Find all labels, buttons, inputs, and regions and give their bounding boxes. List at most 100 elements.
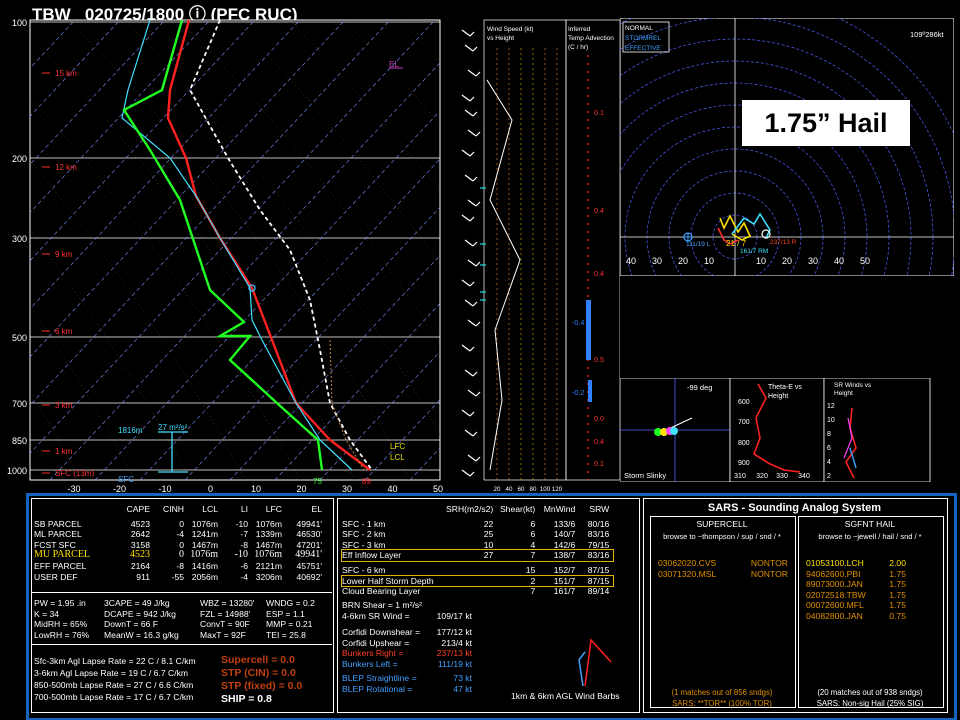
parcel-lfc: 1339m bbox=[255, 529, 282, 540]
srwinds-y-tick: 6 bbox=[827, 445, 831, 452]
parcel-row[interactable]: USER DEF 911 -55 2056m -4 3206m 40692' bbox=[34, 572, 326, 583]
parcel-row-selected[interactable]: MU PARCEL 4523 0 1076m -10 1076m 49941' bbox=[34, 550, 326, 561]
kinematic-row[interactable]: SFC - 6 km 15 152/7 87/15 bbox=[342, 565, 613, 576]
height-label: 15 km bbox=[55, 69, 77, 78]
lfc-label: LFC bbox=[390, 442, 405, 451]
pressure-label: 100 bbox=[12, 18, 27, 28]
layer-srh: 25 bbox=[483, 529, 494, 540]
hail-browse-link[interactable]: browse to ~jewell / hail / snd / * bbox=[800, 532, 940, 543]
wind-barb bbox=[461, 279, 471, 287]
layer-shear: 7 bbox=[530, 550, 536, 561]
srwinds-y-tick: 12 bbox=[827, 403, 835, 410]
lapse-sfc-3km: Sfc-3km Agl Lapse Rate = 22 C / 8.1 C/km bbox=[34, 656, 196, 666]
wind-barb bbox=[467, 199, 477, 207]
blep-straight-value: 73 kt bbox=[453, 673, 472, 683]
match-date: 02072518.TBW bbox=[806, 589, 866, 600]
match-date: 01053100.LCH bbox=[806, 558, 864, 568]
wind-barb bbox=[464, 369, 474, 377]
temp-advection-value: 0.0 bbox=[594, 414, 604, 423]
parcel-name: EFF PARCEL bbox=[34, 560, 87, 571]
parcel-lcl: 1241m bbox=[191, 529, 218, 540]
kinematic-row[interactable]: SFC - 1 km 22 6 133/6 80/16 bbox=[342, 519, 613, 530]
cold-advection-bar-2 bbox=[588, 380, 592, 402]
height-label: 1 km bbox=[55, 447, 73, 456]
kinematic-row-highlight[interactable]: Eff Inflow Layer 27 7 138/7 83/16 bbox=[340, 549, 615, 562]
parcel-el: 49941' bbox=[295, 549, 322, 561]
hail-match[interactable]: 02072518.TBW 1.75 bbox=[806, 590, 906, 601]
parcel-el: 49941' bbox=[296, 518, 322, 529]
col-el: EL bbox=[311, 504, 322, 514]
index-k: K = 34 bbox=[34, 608, 60, 619]
temp-advection-value: 0.4 bbox=[594, 206, 604, 215]
kinematic-row-highlight[interactable]: Lower Half Storm Depth 2 151/7 87/15 bbox=[340, 574, 615, 588]
supercell-browse-link[interactable]: browse to ~thompson / sup / snd / * bbox=[652, 532, 792, 543]
parcel-el: 45751' bbox=[296, 560, 322, 571]
left-mover-label: 111/19 L bbox=[686, 241, 711, 248]
srwinds-y-tick: 2 bbox=[827, 473, 831, 480]
temp-advection-value: -0.4 bbox=[572, 318, 584, 327]
bunkers-label: 21 / 7 bbox=[726, 239, 747, 248]
layer-srh: 22 bbox=[483, 518, 494, 529]
hail-match[interactable]: 94062600.PBI 1.75 bbox=[806, 569, 906, 580]
parcel-cape: 911 bbox=[136, 571, 150, 582]
layer-name: SFC - 6 km bbox=[342, 564, 386, 575]
parcel-cape: 2164 bbox=[130, 560, 150, 571]
wind-barb bbox=[464, 109, 474, 117]
srh-height-label: 1816m bbox=[118, 426, 143, 435]
thetae-title-1: Theta-E vs bbox=[768, 384, 802, 391]
layer-mnwind: 133/6 bbox=[553, 518, 576, 529]
match-result: NONTOR bbox=[750, 568, 788, 579]
wind-speed-axis: 20 40 60 80 100 120 bbox=[494, 486, 563, 493]
hail-matches: 01053100.LCH 2.00 94062600.PBI 1.75 890730… bbox=[806, 558, 906, 622]
hail-match[interactable]: 00072600.MFL 1.75 bbox=[806, 600, 906, 611]
layer-shear: 15 bbox=[525, 564, 536, 575]
thetae-y-tick: 600 bbox=[738, 399, 750, 406]
parcel-row[interactable]: SB PARCEL 4523 0 1076m -10 1076m 49941' bbox=[34, 519, 326, 530]
layer-srw: 83/16 bbox=[587, 550, 610, 561]
temp-advection-value: 0.1 bbox=[594, 108, 604, 117]
corfidi-down-label: Corfidi Downshear = bbox=[342, 627, 421, 637]
layer-name: Eff Inflow Layer bbox=[342, 550, 402, 561]
parcel-table: CAPE CINH LCL LI LFC EL SB PARCEL 4523 0 10… bbox=[34, 504, 326, 582]
layer-srh: 10 bbox=[483, 539, 494, 550]
index-esp: ESP = 1.1 bbox=[266, 608, 305, 619]
layer-srw: 89/14 bbox=[587, 586, 610, 597]
srwind-block: 4-6km SR Wind = 109/17 kt bbox=[342, 611, 472, 622]
parcel-name: MU PARCEL bbox=[34, 549, 91, 561]
wind-speed-grid bbox=[496, 48, 558, 480]
wind-speed-tick: 20 bbox=[494, 486, 501, 493]
thetae-x-tick: 340 bbox=[798, 473, 810, 480]
agl-wind-barbs bbox=[578, 638, 612, 687]
parcel-lfc: 1076m bbox=[255, 518, 282, 529]
thetae-x-tick: 330 bbox=[776, 473, 788, 480]
match-size: 1.75 bbox=[889, 579, 906, 590]
supercell-match[interactable]: 03062020.CVS NONTOR bbox=[658, 558, 788, 569]
match-date: 04082800.JAN bbox=[806, 610, 863, 621]
kinematic-table: SRH(m2/s2) Shear(kt) MnWind SRW SFC - 1 … bbox=[340, 504, 615, 597]
index-lowrh: LowRH = 76% bbox=[34, 629, 90, 640]
thetae-y-tick: 700 bbox=[738, 419, 750, 426]
thetae-x-tick: 320 bbox=[756, 473, 768, 480]
brn-block: BRN Shear = 1 m²/s² bbox=[342, 600, 422, 611]
col-cinh: CINH bbox=[162, 504, 184, 514]
parcel-lcl: 2056m bbox=[191, 571, 218, 582]
match-size: 1.75 bbox=[889, 568, 906, 579]
kinematic-row[interactable]: Cloud Bearing Layer 7 161/7 89/14 bbox=[342, 586, 613, 597]
wind-barb bbox=[461, 344, 471, 352]
layer-srw: 83/16 bbox=[587, 529, 610, 540]
hail-match[interactable]: 01053100.LCH 2.00 bbox=[806, 558, 906, 569]
parcel-row[interactable]: EFF PARCEL 2164 -8 1416m -6 2121m 45751' bbox=[34, 561, 326, 572]
kinematic-row[interactable]: SFC - 2 km 25 6 140/7 83/16 bbox=[342, 529, 613, 540]
brn-shear: BRN Shear = 1 m²/s² bbox=[342, 600, 422, 610]
hail-result: SARS: Non-sig Hail (25% SIG) bbox=[816, 698, 924, 708]
parcel-li: -10 bbox=[234, 549, 248, 561]
kinematic-row[interactable]: SFC - 3 km 10 4 142/6 79/15 bbox=[342, 540, 613, 551]
layer-mnwind: 151/7 bbox=[553, 575, 576, 586]
layer-name: SFC - 3 km bbox=[342, 539, 386, 550]
hail-match[interactable]: 04082800.JAN 0.75 bbox=[806, 611, 906, 622]
parcel-row[interactable]: ML PARCEL 2642 -4 1241m -7 1339m 46530' bbox=[34, 529, 326, 540]
barbs-caption: 1km & 6km AGL Wind Barbs bbox=[511, 691, 620, 701]
pressure-axis: 100 200 300 500 700 850 1000 bbox=[7, 18, 27, 476]
hail-match[interactable]: 89073000.JAN 1.75 bbox=[806, 579, 906, 590]
supercell-match[interactable]: 03071320.MSL NONTOR bbox=[658, 569, 788, 580]
